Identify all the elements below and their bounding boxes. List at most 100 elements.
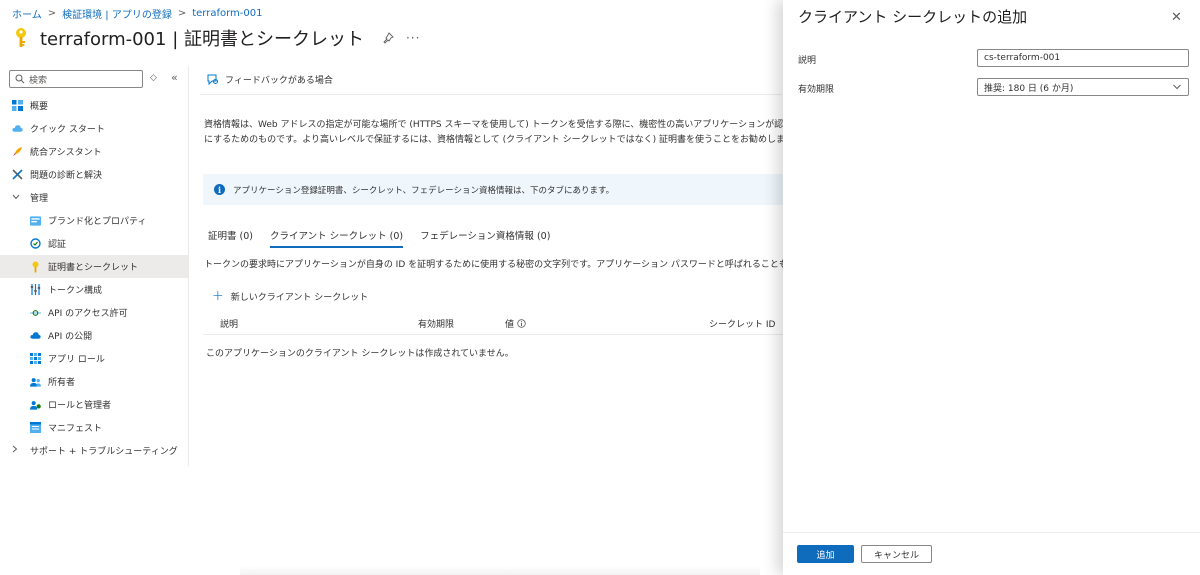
sidebar-group-label: 管理 [30, 194, 49, 204]
sidebar-divider [188, 66, 189, 466]
breadcrumb-app-registrations[interactable]: 検証環境 | アプリの登録 [62, 6, 172, 21]
sidebar-item-label: 証明書とシークレット [48, 263, 139, 273]
owners-icon [30, 376, 41, 387]
info-text: アプリケーション登録証明書、シークレット、フェデレーション資格情報は、下のタブに… [233, 185, 615, 196]
column-header-expires: 有効期限 [418, 320, 455, 330]
overview-icon [12, 100, 23, 111]
info-banner: i アプリケーション登録証明書、シークレット、フェデレーション資格情報は、下のタ… [203, 174, 783, 205]
sidebar-item-label: API のアクセス許可 [48, 309, 128, 319]
sidebar-item-quickstart[interactable]: クイック スタート [0, 117, 188, 140]
pin-icon[interactable] [382, 32, 394, 44]
branding-icon [30, 215, 41, 226]
key-icon [16, 28, 26, 47]
sidebar-item-expose-api[interactable]: API の公開 [0, 324, 188, 347]
breadcrumb-separator: > [177, 7, 187, 19]
sidebar-item-label: 統合アシスタント [30, 148, 102, 158]
column-header-value-label: 値 [505, 320, 515, 330]
cloud-icon [12, 123, 23, 134]
description-line: にするためのものです。より高いレベルで保証するには、資格情報として (クライアン… [204, 135, 784, 145]
credential-tabs: 証明書 (0) クライアント シークレット (0) フェデレーション資格情報 (… [208, 228, 550, 248]
panel-footer-divider [783, 532, 1200, 533]
roles-admin-icon [30, 399, 41, 410]
sidebar-item-label: 問題の診断と解決 [30, 171, 103, 181]
sidebar-item-label: 概要 [30, 102, 49, 112]
breadcrumb-home[interactable]: ホーム [12, 6, 42, 21]
credentials-description: 資格情報は、Web アドレスの指定が可能な場所で (HTTPS スキーマを使用し… [204, 118, 784, 148]
sort-icon[interactable]: ◇ [150, 73, 157, 83]
new-client-secret-button[interactable]: + 新しいクライアント シークレット [212, 289, 368, 303]
sidebar-group-label: サポート + トラブルシューティング [30, 447, 178, 457]
page-header: terraform-001 | 証明書とシークレット ··· [12, 24, 420, 52]
sidebar-item-certificates-secrets[interactable]: 証明書とシークレット [0, 255, 188, 278]
breadcrumb-app[interactable]: terraform-001 [192, 8, 262, 19]
secrets-table-header: 説明 有効期限 値 シークレット ID [203, 313, 783, 335]
expires-selected-value: 推奨: 180 日 (6 か月) [984, 83, 1074, 94]
sidebar-item-label: トークン構成 [48, 286, 103, 296]
sidebar-item-api-permissions[interactable]: API のアクセス許可 [0, 301, 188, 324]
sidebar-nav: 概要 クイック スタート 統合アシスタント 問題の診断と解決 管理 ブランド化と… [0, 94, 188, 462]
info-circle-icon[interactable] [517, 319, 526, 328]
sidebar-item-integration-assistant[interactable]: 統合アシスタント [0, 140, 188, 163]
plus-icon: + [212, 288, 224, 304]
tab-client-secrets[interactable]: クライアント シークレット (0) [269, 228, 404, 248]
sidebar-search-input[interactable]: 検索 [9, 70, 143, 88]
key-icon [30, 261, 41, 272]
toolbar-divider [200, 94, 782, 95]
cancel-button[interactable]: キャンセル [861, 545, 932, 563]
sidebar-item-branding[interactable]: ブランド化とプロパティ [0, 209, 188, 232]
new-client-secret-label: 新しいクライアント シークレット [230, 292, 369, 303]
description-line: 資格情報は、Web アドレスの指定が可能な場所で (HTTPS スキーマを使用し… [204, 120, 784, 130]
feedback-icon [207, 74, 218, 85]
search-placeholder: 検索 [29, 75, 48, 86]
feedback-link[interactable]: フィードバックがある場合 [207, 72, 333, 86]
sidebar-item-overview[interactable]: 概要 [0, 94, 188, 117]
empty-state-message: このアプリケーションのクライアント シークレットは作成されていません。 [206, 349, 514, 359]
sidebar-item-owners[interactable]: 所有者 [0, 370, 188, 393]
sidebar-item-label: API の公開 [48, 332, 93, 342]
token-icon [30, 284, 41, 295]
column-header-value: 値 [505, 317, 526, 330]
sidebar-item-manifest[interactable]: マニフェスト [0, 416, 188, 439]
sidebar-item-roles-admins[interactable]: ロールと管理者 [0, 393, 188, 416]
tab-certificates[interactable]: 証明書 (0) [208, 228, 253, 248]
sidebar-item-label: アプリ ロール [48, 355, 105, 365]
collapse-sidebar-icon[interactable]: « [171, 71, 178, 84]
panel-title: クライアント シークレットの追加 [798, 8, 1028, 26]
sidebar-item-label: マニフェスト [48, 424, 103, 434]
sidebar-item-authentication[interactable]: 認証 [0, 232, 188, 255]
rocket-icon [12, 146, 23, 157]
breadcrumb-separator: > [47, 7, 57, 19]
sidebar-item-diagnose[interactable]: 問題の診断と解決 [0, 163, 188, 186]
chevron-down-icon [1173, 84, 1181, 90]
close-icon[interactable]: ✕ [1171, 10, 1182, 25]
sidebar-group-manage[interactable]: 管理 [0, 186, 188, 209]
expires-dropdown[interactable]: 推奨: 180 日 (6 か月) [977, 78, 1189, 96]
wrench-icon [12, 169, 23, 180]
scroll-shadow [240, 566, 760, 575]
chevron-right-icon [12, 445, 22, 456]
sidebar-item-token-config[interactable]: トークン構成 [0, 278, 188, 301]
feedback-label: フィードバックがある場合 [225, 75, 333, 86]
info-icon: i [214, 184, 225, 195]
sidebar-item-label: ロールと管理者 [48, 401, 112, 411]
more-options-icon[interactable]: ··· [406, 31, 420, 45]
manifest-icon [30, 422, 41, 433]
column-header-description: 説明 [220, 320, 239, 330]
sidebar-item-app-roles[interactable]: アプリ ロール [0, 347, 188, 370]
description-field-label: 説明 [798, 56, 817, 66]
breadcrumb: ホーム > 検証環境 | アプリの登録 > terraform-001 [12, 6, 262, 21]
sidebar-item-label: クイック スタート [30, 125, 105, 135]
description-field[interactable] [977, 49, 1189, 67]
sidebar-item-label: ブランド化とプロパティ [48, 217, 147, 227]
cloud-api-icon [30, 330, 41, 341]
chevron-down-icon [12, 193, 22, 203]
add-button[interactable]: 追加 [797, 545, 854, 563]
column-header-secret-id: シークレット ID [709, 320, 776, 330]
api-permission-icon [30, 307, 41, 318]
search-icon [15, 74, 25, 84]
expires-field-label: 有効期限 [798, 85, 835, 95]
sidebar-group-support[interactable]: サポート + トラブルシューティング [0, 439, 188, 462]
tab-federated-credentials[interactable]: フェデレーション資格情報 (0) [420, 228, 550, 248]
add-client-secret-panel: クライアント シークレットの追加 ✕ 説明 有効期限 推奨: 180 日 (6 … [783, 0, 1200, 575]
sidebar-item-label: 認証 [48, 240, 67, 250]
